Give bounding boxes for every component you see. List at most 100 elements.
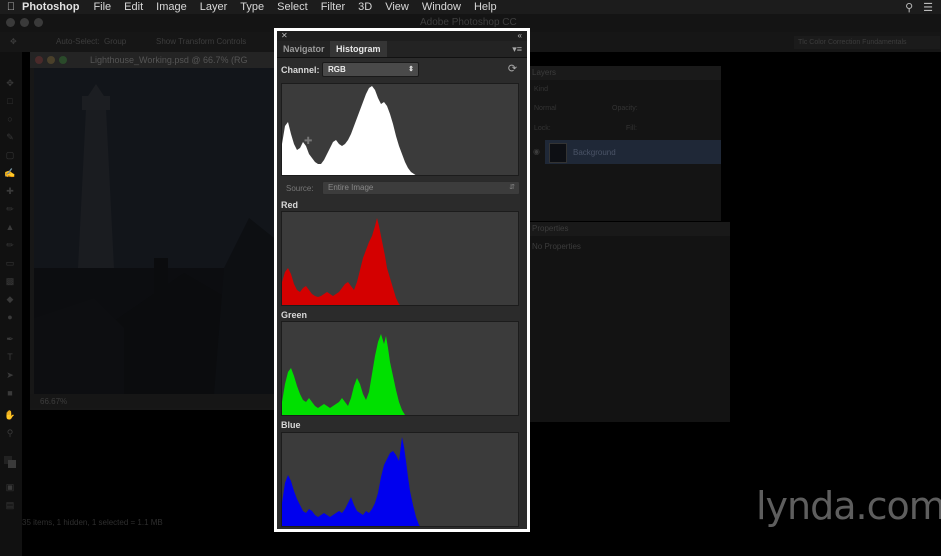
lynda-logo: lynda.com xyxy=(756,484,941,528)
fill-label: Fill: xyxy=(626,125,637,132)
panel-menu-icon[interactable]: ▾≡ xyxy=(512,44,522,54)
list-icon[interactable]: ☰ xyxy=(923,1,933,14)
cursor-icon: ✚ xyxy=(304,136,313,147)
blue-channel-label: Blue xyxy=(281,420,301,430)
app-name[interactable]: Photoshop xyxy=(22,1,79,13)
menu-help[interactable]: Help xyxy=(474,1,497,13)
transform-controls-checkbox[interactable]: Show Transform Controls xyxy=(156,37,246,46)
menu-view[interactable]: View xyxy=(385,1,409,13)
menu-file[interactable]: File xyxy=(93,1,111,13)
menu-edit[interactable]: Edit xyxy=(124,1,143,13)
document-tab[interactable]: Lighthouse_Working.psd @ 66.7% (RG xyxy=(30,52,275,68)
auto-select-checkbox[interactable]: Auto-Select: xyxy=(56,37,100,46)
panel-header: ✕ « xyxy=(277,31,527,41)
channel-select[interactable]: RGB ⇕ xyxy=(322,62,419,77)
panel-tabs: Navigator Histogram ▾≡ xyxy=(277,41,527,58)
histogram-green xyxy=(281,321,519,416)
menu-bar:  Photoshop File Edit Image Layer Type S… xyxy=(0,0,941,14)
source-value: Entire Image xyxy=(328,183,374,192)
group-select[interactable]: Group xyxy=(104,37,126,46)
blur-icon[interactable]: ◆ xyxy=(4,294,16,304)
eyedropper-icon[interactable]: ✍ xyxy=(4,168,16,178)
menu-type[interactable]: Type xyxy=(240,1,264,13)
window-close-button[interactable] xyxy=(6,18,15,27)
source-label: Source: xyxy=(286,184,314,193)
doc-zoom-button[interactable] xyxy=(59,56,67,64)
properties-tab-label: Properties xyxy=(532,224,569,233)
layers-tab[interactable]: Layers xyxy=(528,66,721,80)
channel-label: Channel: xyxy=(281,65,320,75)
move-icon[interactable]: ✥ xyxy=(4,78,16,88)
document-name: Lighthouse_Working.psd @ 66.7% (RG xyxy=(90,55,248,65)
blend-mode-select[interactable]: Normal xyxy=(534,105,557,112)
screen-mode-icon[interactable]: ▤ xyxy=(4,500,16,510)
lighthouse-image xyxy=(34,68,274,394)
window-zoom-button[interactable] xyxy=(34,18,43,27)
gradient-icon[interactable]: ▩ xyxy=(4,276,16,286)
brush-icon[interactable]: ✏ xyxy=(4,204,16,214)
histogram-red-fill xyxy=(282,218,400,305)
apple-icon[interactable]:  xyxy=(0,1,22,13)
layer-thumbnail xyxy=(549,143,567,163)
tools-panel: ✥ □ ○ ✎ ▢ ✍ ✚ ✏ ▲ ✏ ▭ ▩ ◆ ● ✒ T ➤ ■ ✋ ⚲ … xyxy=(0,52,22,556)
histogram-composite: ✚ xyxy=(281,83,519,176)
layers-tab-label: Layers xyxy=(532,68,557,77)
properties-tab[interactable]: Properties xyxy=(528,222,730,236)
menu-filter[interactable]: Filter xyxy=(321,1,345,13)
quick-mask-icon[interactable]: ▣ xyxy=(4,482,16,492)
background-color-swatch[interactable] xyxy=(8,460,16,468)
doc-minimize-button[interactable] xyxy=(47,56,55,64)
hand-icon[interactable]: ✋ xyxy=(4,410,16,420)
quick-select-icon[interactable]: ✎ xyxy=(4,132,16,142)
histogram-blue-fill xyxy=(282,437,420,526)
layer-filter-kind[interactable]: Kind xyxy=(534,86,548,93)
path-select-icon[interactable]: ➤ xyxy=(4,370,16,380)
red-channel-label: Red xyxy=(281,200,299,210)
healing-icon[interactable]: ✚ xyxy=(4,186,16,196)
marquee-icon[interactable]: □ xyxy=(4,96,16,106)
source-chevron-icon: ⇵ xyxy=(509,184,515,191)
tab-histogram[interactable]: Histogram xyxy=(330,41,387,57)
doc-close-button[interactable] xyxy=(35,56,43,64)
channel-value: RGB xyxy=(328,65,346,74)
layer-row-background[interactable]: Background xyxy=(545,140,721,164)
history-brush-icon[interactable]: ✏ xyxy=(4,240,16,250)
lock-label: Lock: xyxy=(534,125,551,132)
stamp-icon[interactable]: ▲ xyxy=(4,222,16,232)
search-icon[interactable]: ⚲ xyxy=(905,1,913,14)
workspace-switcher[interactable]: Tlc Color Correction Fundamentals xyxy=(794,36,940,49)
zoom-icon[interactable]: ⚲ xyxy=(4,428,16,438)
image-canvas[interactable] xyxy=(34,68,274,394)
zoom-level[interactable]: 66.67% xyxy=(40,397,67,406)
menu-select[interactable]: Select xyxy=(277,1,308,13)
menu-window[interactable]: Window xyxy=(422,1,461,13)
source-select[interactable]: Entire Image ⇵ xyxy=(322,181,520,195)
close-icon[interactable]: ✕ xyxy=(281,31,288,40)
window-minimize-button[interactable] xyxy=(20,18,29,27)
histogram-red xyxy=(281,211,519,306)
chevron-down-icon: ⇕ xyxy=(408,66,414,73)
histogram-composite-fill xyxy=(282,86,416,175)
eraser-icon[interactable]: ▭ xyxy=(4,258,16,268)
menu-3d[interactable]: 3D xyxy=(358,1,372,13)
tab-navigator[interactable]: Navigator xyxy=(277,41,331,57)
eye-icon[interactable]: ◉ xyxy=(533,147,540,156)
properties-text: No Properties xyxy=(532,242,581,251)
lasso-icon[interactable]: ○ xyxy=(4,114,16,124)
shape-icon[interactable]: ■ xyxy=(4,388,16,398)
refresh-icon[interactable]: ⟳ xyxy=(506,63,519,76)
menu-image[interactable]: Image xyxy=(156,1,187,13)
crop-icon[interactable]: ▢ xyxy=(4,150,16,160)
layer-name: Background xyxy=(573,148,616,157)
menu-layer[interactable]: Layer xyxy=(200,1,228,13)
opacity-label: Opacity: xyxy=(612,105,638,112)
document-status-bar: 66.67% xyxy=(30,394,275,408)
window-title: Adobe Photoshop CC xyxy=(420,17,517,28)
type-icon[interactable]: T xyxy=(4,352,16,362)
move-tool-icon[interactable]: ✥ xyxy=(10,37,17,46)
status-text: 35 items, 1 hidden, 1 selected = 1.1 MB xyxy=(22,518,163,527)
collapse-icon[interactable]: « xyxy=(518,31,522,40)
dodge-icon[interactable]: ● xyxy=(4,312,16,322)
green-channel-label: Green xyxy=(281,310,308,320)
pen-icon[interactable]: ✒ xyxy=(4,334,16,344)
